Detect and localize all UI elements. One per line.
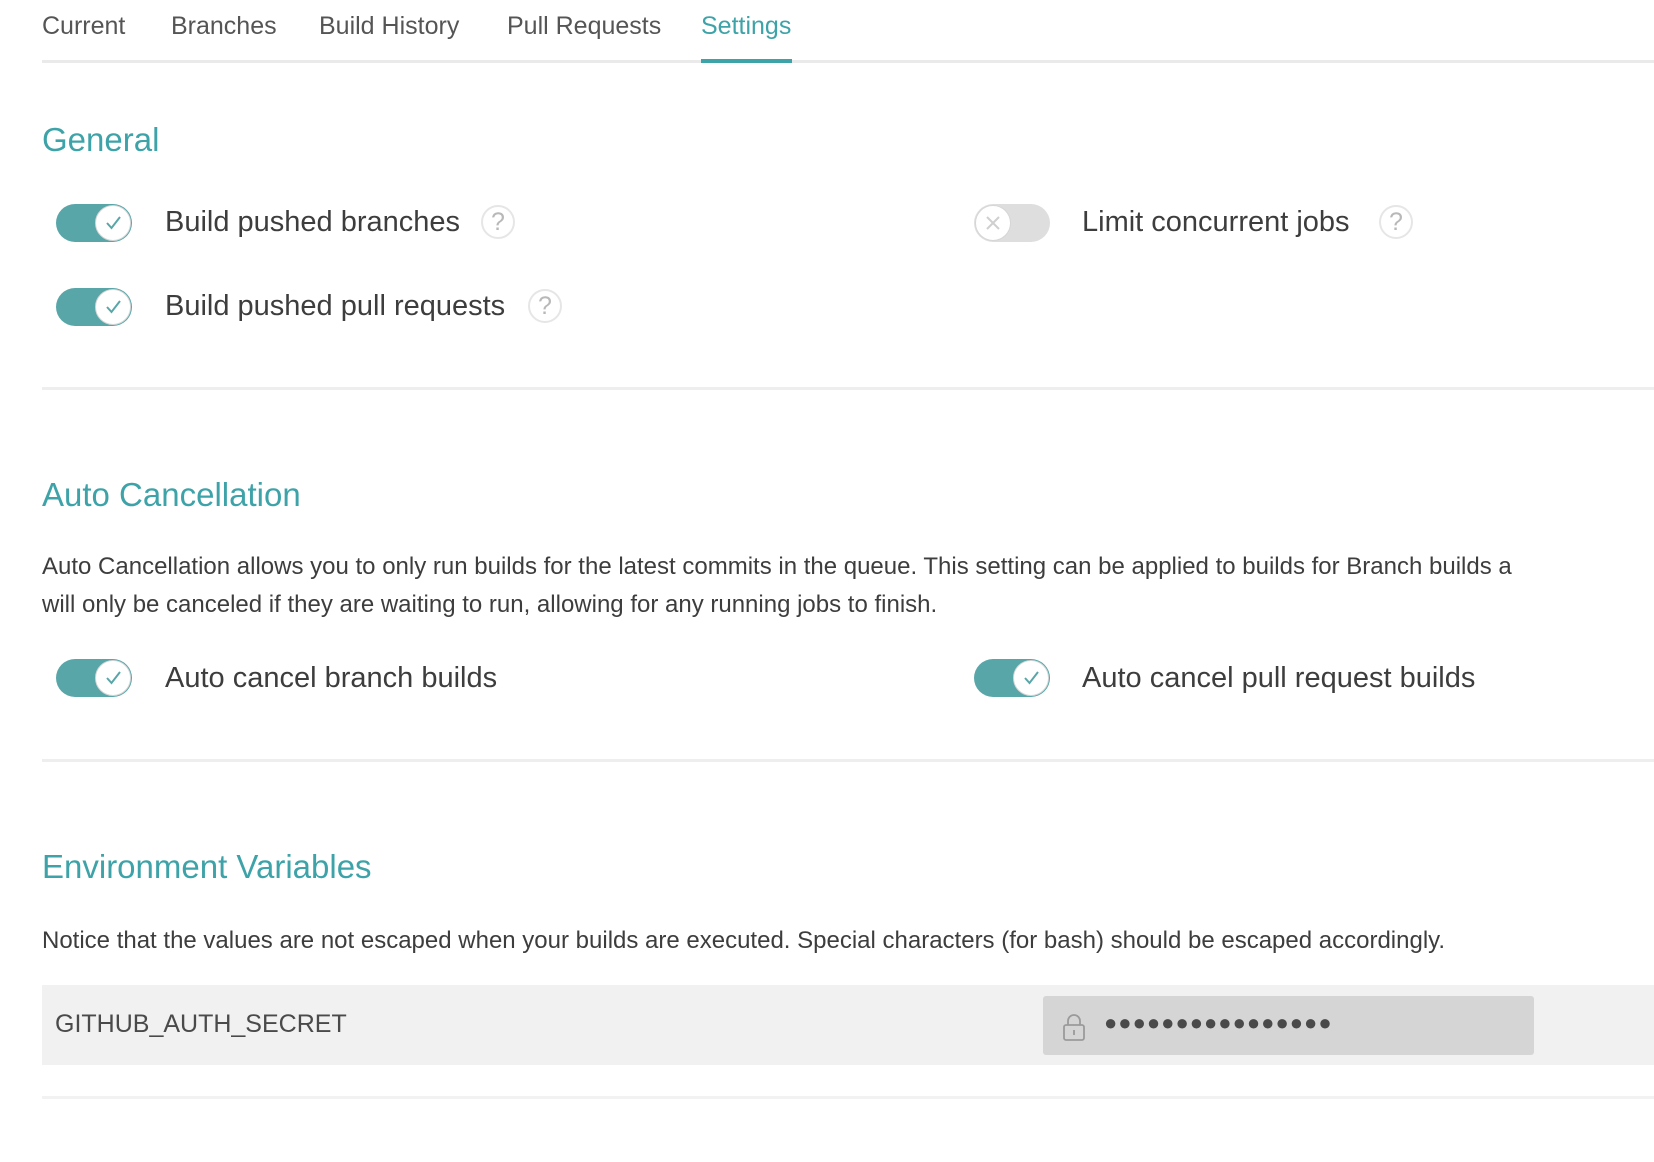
toggle-knob [1013, 660, 1049, 696]
lock-icon [1063, 1014, 1085, 1041]
auto-cancel-pull-request-builds-label: Auto cancel pull request builds [1082, 662, 1476, 694]
general-section-title: General [42, 121, 160, 158]
checkmark-icon [1024, 671, 1039, 685]
env-variable-masked-value: ●●●●●●●●●●●●●●●● [1104, 1010, 1333, 1035]
close-icon [986, 216, 1000, 230]
help-icon[interactable]: ? [1379, 205, 1413, 239]
build-pushed-pull-requests-label: Build pushed pull requests [165, 290, 506, 322]
section-divider [42, 759, 1654, 762]
checkmark-icon [106, 216, 121, 230]
toggle-knob [95, 660, 131, 696]
tab-current[interactable]: Current [42, 12, 125, 41]
toggle-knob [95, 289, 131, 325]
checkmark-icon [106, 300, 121, 314]
toggle-knob [95, 205, 131, 241]
limit-concurrent-jobs-label: Limit concurrent jobs [1082, 206, 1350, 238]
tab-settings[interactable]: Settings [701, 12, 791, 41]
auto-cancellation-description-line2: will only be canceled if they are waitin… [42, 591, 938, 618]
auto-cancel-branch-builds-label: Auto cancel branch builds [165, 662, 498, 694]
build-pushed-branches-toggle[interactable] [56, 204, 132, 242]
auto-cancel-branch-builds-toggle[interactable] [56, 659, 132, 697]
environment-variables-section-title: Environment Variables [42, 848, 372, 885]
build-pushed-branches-label: Build pushed branches [165, 206, 461, 238]
limit-concurrent-jobs-toggle[interactable] [974, 204, 1050, 242]
tab-branches[interactable]: Branches [171, 12, 277, 41]
env-variable-name: GITHUB_AUTH_SECRET [55, 1010, 347, 1038]
help-icon[interactable]: ? [528, 289, 562, 323]
env-variable-value-field[interactable]: ●●●●●●●●●●●●●●●● [1043, 996, 1534, 1055]
environment-variables-notice: Notice that the values are not escaped w… [42, 927, 1446, 954]
active-tab-indicator [701, 59, 792, 63]
build-pushed-pull-requests-toggle[interactable] [56, 288, 132, 326]
auto-cancellation-section-title: Auto Cancellation [42, 476, 301, 513]
tab-bar-divider [42, 60, 1654, 63]
env-variable-row: GITHUB_AUTH_SECRET ●●●●●●●●●●●●●●●● [42, 985, 1654, 1065]
checkmark-icon [106, 671, 121, 685]
auto-cancellation-description-line1: Auto Cancellation allows you to only run… [42, 553, 1512, 580]
tab-build-history[interactable]: Build History [319, 12, 459, 41]
toggle-knob [975, 205, 1011, 241]
list-bottom-divider [42, 1096, 1654, 1099]
help-icon[interactable]: ? [481, 205, 515, 239]
auto-cancel-pull-request-builds-toggle[interactable] [974, 659, 1050, 697]
section-divider [42, 387, 1654, 390]
tab-pull-requests[interactable]: Pull Requests [507, 12, 661, 41]
